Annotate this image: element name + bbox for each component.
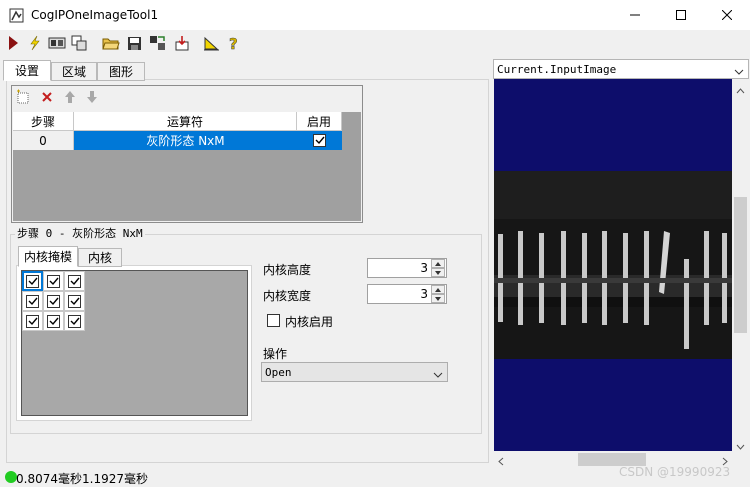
- tab-graphics[interactable]: 图形: [97, 62, 145, 81]
- kernel-cell[interactable]: [64, 291, 85, 311]
- increment-button[interactable]: [431, 259, 445, 268]
- enabled-checkbox[interactable]: [313, 134, 326, 147]
- row-operator-cell[interactable]: 灰阶形态 NxM: [74, 131, 297, 150]
- kernel-checkbox[interactable]: [47, 294, 60, 308]
- kernel-height-label: 内核高度: [263, 263, 312, 277]
- kernel-width-stepper[interactable]: 3: [367, 284, 447, 304]
- watermark: CSDN @19990923: [619, 465, 731, 479]
- chevron-down-icon: [734, 65, 744, 79]
- kernel-cell[interactable]: [64, 271, 85, 291]
- column-header-step[interactable]: 步骤: [13, 112, 74, 131]
- tab-kernel[interactable]: 内核: [78, 248, 122, 267]
- operation-label: 操作: [263, 347, 288, 361]
- new-operator-icon[interactable]: [15, 89, 31, 105]
- kernel-cell[interactable]: [43, 291, 64, 311]
- kernel-enabled-checkbox[interactable]: [267, 314, 280, 327]
- kernel-width-label: 内核宽度: [263, 289, 312, 303]
- decrement-button[interactable]: [431, 268, 445, 277]
- column-header-enabled[interactable]: 启用: [297, 112, 342, 131]
- move-down-icon[interactable]: [84, 89, 100, 105]
- window-title: CogIPOneImageTool1: [31, 8, 159, 22]
- open-folder-icon[interactable]: [101, 33, 121, 53]
- kernel-height-value[interactable]: 3: [420, 261, 428, 275]
- operation-value: Open: [265, 366, 292, 379]
- save-icon[interactable]: [124, 33, 144, 53]
- increment-button[interactable]: [431, 285, 445, 294]
- ruler-icon[interactable]: [201, 33, 221, 53]
- input-image: [494, 79, 732, 451]
- chevron-up-icon[interactable]: [736, 83, 745, 97]
- delete-operator-icon[interactable]: [39, 89, 55, 105]
- svg-text:?: ?: [229, 35, 238, 51]
- operation-select[interactable]: Open: [261, 362, 448, 382]
- step-group-label: 步骤 0 - 灰阶形态 NxM: [15, 225, 145, 241]
- kernel-checkbox[interactable]: [68, 294, 81, 308]
- chevron-down-icon[interactable]: [736, 439, 745, 453]
- kernel-cell[interactable]: [43, 271, 64, 291]
- help-icon[interactable]: ?: [224, 33, 244, 53]
- kernel-checkbox[interactable]: [68, 274, 81, 288]
- minimize-button[interactable]: [612, 0, 658, 30]
- kernel-cell[interactable]: [22, 311, 43, 331]
- maximize-button[interactable]: [658, 0, 704, 30]
- image-source-select[interactable]: Current.InputImage: [493, 59, 749, 79]
- image-view-alt-icon[interactable]: [69, 33, 89, 53]
- vertical-scrollbar[interactable]: [732, 79, 749, 451]
- image-display[interactable]: [494, 79, 732, 451]
- status-text: 0.8074毫秒1.1927毫秒: [16, 472, 148, 486]
- kernel-enabled-label: 内核启用: [285, 315, 334, 329]
- column-header-operator[interactable]: 运算符: [74, 112, 297, 131]
- import-icon[interactable]: [171, 33, 191, 53]
- status-bar: 0.8074毫秒1.1927毫秒: [0, 466, 490, 486]
- app-icon: [9, 8, 24, 23]
- kernel-mask-cells: [22, 271, 85, 331]
- kernel-checkbox[interactable]: [47, 274, 60, 288]
- kernel-cell[interactable]: [22, 291, 43, 311]
- kernel-checkbox[interactable]: [26, 274, 39, 288]
- chevron-left-icon[interactable]: [498, 455, 504, 469]
- kernel-height-stepper[interactable]: 3: [367, 258, 447, 278]
- close-button[interactable]: [704, 0, 750, 30]
- scroll-thumb[interactable]: [734, 197, 747, 333]
- tab-kernel-mask[interactable]: 内核掩模: [18, 246, 78, 267]
- row-enabled-cell[interactable]: [297, 131, 342, 150]
- kernel-checkbox[interactable]: [47, 314, 60, 328]
- row-step-cell[interactable]: 0: [13, 131, 74, 150]
- tab-region[interactable]: 区域: [51, 62, 97, 81]
- run-icon[interactable]: [3, 33, 23, 53]
- kernel-cell[interactable]: [22, 271, 43, 291]
- chevron-down-icon: [433, 368, 443, 382]
- kernel-checkbox[interactable]: [68, 314, 81, 328]
- flash-icon[interactable]: [25, 33, 45, 53]
- kernel-cell[interactable]: [64, 311, 85, 331]
- kernel-checkbox[interactable]: [26, 314, 39, 328]
- image-view-icon[interactable]: [47, 33, 67, 53]
- kernel-width-value[interactable]: 3: [420, 287, 428, 301]
- image-source-value: Current.InputImage: [497, 63, 617, 76]
- move-up-icon[interactable]: [62, 89, 78, 105]
- tool-settings-icon[interactable]: [147, 33, 167, 53]
- kernel-checkbox[interactable]: [26, 294, 39, 308]
- tab-settings[interactable]: 设置: [3, 60, 51, 81]
- kernel-cell[interactable]: [43, 311, 64, 331]
- decrement-button[interactable]: [431, 294, 445, 303]
